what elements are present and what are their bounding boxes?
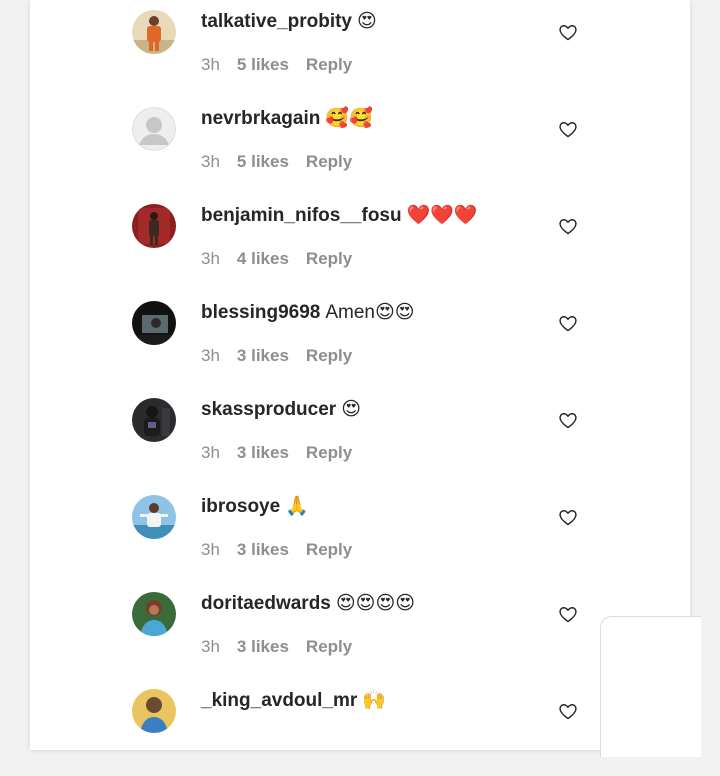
comment-meta: 3h 5 likes Reply xyxy=(201,54,352,76)
comment-text: ❤️❤️❤️ xyxy=(406,205,478,226)
avatar[interactable] xyxy=(132,107,176,151)
avatar[interactable] xyxy=(132,689,176,733)
heart-icon[interactable] xyxy=(558,410,578,430)
timestamp: 3h xyxy=(201,637,220,656)
username[interactable]: ibrosoye xyxy=(201,496,280,517)
likes-count[interactable]: 5 likes xyxy=(237,55,289,74)
timestamp: 3h xyxy=(201,346,220,365)
reply-button[interactable]: Reply xyxy=(306,152,352,171)
comment-text: 🙌 xyxy=(362,690,386,711)
comment-item: skassproducer 😍 3h 3 likes Reply xyxy=(30,388,690,485)
username[interactable]: blessing9698 xyxy=(201,302,320,323)
comment-line: _king_avdoul_mr 🙌 xyxy=(201,689,386,713)
likes-count[interactable]: 3 likes xyxy=(237,540,289,559)
heart-icon[interactable] xyxy=(558,604,578,624)
comment-text: 😍😍😍😍 xyxy=(335,593,416,614)
comment-item: blessing9698 Amen😍😍 3h 3 likes Reply xyxy=(30,291,690,388)
comment-meta: 3h 3 likes Reply xyxy=(201,442,352,464)
username[interactable]: benjamin_nifos__fosu xyxy=(201,205,402,226)
comment-meta: 3h 3 likes Reply xyxy=(201,539,352,561)
timestamp: 3h xyxy=(201,540,220,559)
comment-meta: 3h 3 likes Reply xyxy=(201,345,352,367)
likes-count[interactable]: 3 likes xyxy=(237,443,289,462)
comment-meta: 3h 4 likes Reply xyxy=(201,248,352,270)
comments-panel: talkative_probity 😍 3h 5 likes Reply nevrbr… xyxy=(30,0,690,750)
username[interactable]: nevrbrkagain xyxy=(201,108,320,129)
comment-text: 🙏 xyxy=(285,496,309,517)
reply-button[interactable]: Reply xyxy=(306,443,352,462)
comment-meta: 3h 5 likes Reply xyxy=(201,151,352,173)
timestamp: 3h xyxy=(201,152,220,171)
timestamp: 3h xyxy=(201,55,220,74)
avatar[interactable] xyxy=(132,592,176,636)
reply-button[interactable]: Reply xyxy=(306,637,352,656)
reply-button[interactable]: Reply xyxy=(306,249,352,268)
username[interactable]: doritaedwards xyxy=(201,593,331,614)
comment-line: talkative_probity 😍 xyxy=(201,10,377,34)
timestamp: 3h xyxy=(201,443,220,462)
comment-item: ibrosoye 🙏 3h 3 likes Reply xyxy=(30,485,690,582)
comment-text: 😍 xyxy=(341,399,361,420)
avatar[interactable] xyxy=(132,398,176,442)
username[interactable]: _king_avdoul_mr xyxy=(201,690,357,711)
comment-item: nevrbrkagain 🥰🥰 3h 5 likes Reply xyxy=(30,97,690,194)
likes-count[interactable]: 3 likes xyxy=(237,346,289,365)
avatar[interactable] xyxy=(132,204,176,248)
comment-line: skassproducer 😍 xyxy=(201,398,361,422)
comment-meta: 3h 3 likes Reply xyxy=(201,636,352,658)
heart-icon[interactable] xyxy=(558,507,578,527)
comment-line: nevrbrkagain 🥰🥰 xyxy=(201,107,373,131)
comment-line: ibrosoye 🙏 xyxy=(201,495,309,519)
likes-count[interactable]: 4 likes xyxy=(237,249,289,268)
avatar[interactable] xyxy=(132,301,176,345)
comment-line: benjamin_nifos__fosu ❤️❤️❤️ xyxy=(201,204,478,228)
heart-icon[interactable] xyxy=(558,119,578,139)
comment-text: 😍 xyxy=(357,11,377,32)
comment-item: talkative_probity 😍 3h 5 likes Reply xyxy=(30,0,690,97)
username[interactable]: talkative_probity xyxy=(201,11,352,32)
reply-button[interactable]: Reply xyxy=(306,346,352,365)
comment-item: _king_avdoul_mr 🙌 xyxy=(30,679,690,776)
comment-text: Amen😍😍 xyxy=(325,302,415,323)
comment-line: doritaedwards 😍😍😍😍 xyxy=(201,592,415,616)
timestamp: 3h xyxy=(201,249,220,268)
reply-button[interactable]: Reply xyxy=(306,540,352,559)
username[interactable]: skassproducer xyxy=(201,399,336,420)
reply-button[interactable]: Reply xyxy=(306,55,352,74)
overlay-card-edge xyxy=(600,616,701,757)
heart-icon[interactable] xyxy=(558,313,578,333)
heart-icon[interactable] xyxy=(558,216,578,236)
heart-icon[interactable] xyxy=(558,701,578,721)
comment-line: blessing9698 Amen😍😍 xyxy=(201,301,415,325)
avatar[interactable] xyxy=(132,10,176,54)
likes-count[interactable]: 5 likes xyxy=(237,152,289,171)
comment-text: 🥰🥰 xyxy=(325,108,373,129)
comment-item: benjamin_nifos__fosu ❤️❤️❤️ 3h 4 likes Repl… xyxy=(30,194,690,291)
comment-item: doritaedwards 😍😍😍😍 3h 3 likes Reply xyxy=(30,582,690,679)
heart-icon[interactable] xyxy=(558,22,578,42)
likes-count[interactable]: 3 likes xyxy=(237,637,289,656)
avatar[interactable] xyxy=(132,495,176,539)
